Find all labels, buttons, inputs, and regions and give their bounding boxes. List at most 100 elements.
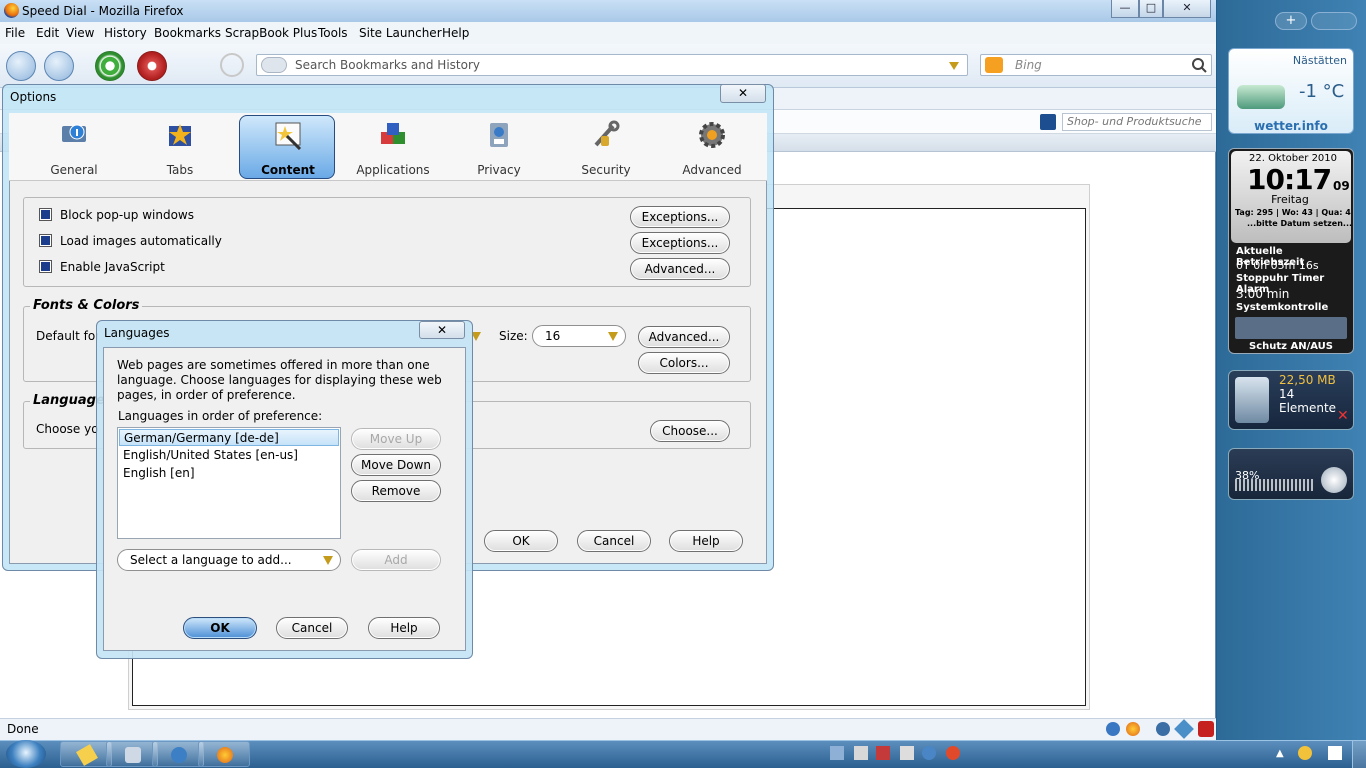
show-desktop-button[interactable]: [1352, 741, 1366, 768]
clock-gadget[interactable]: 22. Oktober 2010 10:17 09 Freitag Tag: 2…: [1228, 148, 1354, 354]
choose-languages-button[interactable]: Choose...: [650, 420, 730, 442]
tab-general[interactable]: General: [26, 116, 122, 180]
add-language-select[interactable]: Select a language to add...: [117, 549, 341, 571]
back-icon[interactable]: [6, 51, 36, 81]
load-images-checkbox[interactable]: [39, 234, 52, 247]
stop-icon[interactable]: [137, 51, 167, 81]
fonts-colors-title: Fonts & Colors: [30, 298, 143, 313]
colors-button[interactable]: Colors...: [638, 352, 730, 374]
tab-tabs[interactable]: Tabs: [132, 116, 228, 180]
tab-privacy[interactable]: Privacy: [451, 116, 547, 180]
move-down-button[interactable]: Move Down: [351, 454, 441, 476]
dropdown-arrow-icon[interactable]: [947, 57, 961, 73]
languages-help-button[interactable]: Help: [368, 617, 440, 639]
forward-icon[interactable]: [44, 51, 74, 81]
options-close-button[interactable]: ✕: [720, 84, 766, 103]
tab-advanced[interactable]: Advanced: [664, 116, 760, 180]
weather-gadget[interactable]: Nästätten -1 °C wetter.info: [1228, 48, 1354, 134]
menu-view[interactable]: View: [66, 26, 94, 40]
recycle-bin-gadget[interactable]: 22,50 MB 14 Elemente ✕: [1228, 370, 1354, 430]
minimize-button[interactable]: —: [1111, 0, 1139, 18]
size-label: Size:: [499, 329, 528, 343]
menu-file[interactable]: File: [5, 26, 25, 40]
menu-site-launcher[interactable]: Site Launcher: [359, 26, 442, 40]
tab-applications[interactable]: Applications: [345, 116, 441, 180]
status-text: Done: [7, 722, 39, 736]
speed-dial-grid-icon[interactable]: [261, 57, 287, 73]
tab-security-label: Security: [581, 163, 631, 177]
recycle-size: 22,50 MB: [1279, 373, 1336, 387]
clock-info: Tag: 295 | Wo: 43 | Qua: 4: [1235, 208, 1351, 217]
adblock-icon[interactable]: [1198, 721, 1214, 737]
tray-messenger-icon[interactable]: [1298, 746, 1312, 760]
pencil-icon: [76, 744, 98, 766]
speaker-icon[interactable]: [1321, 467, 1347, 493]
volume-gadget[interactable]: 38%: [1228, 448, 1354, 500]
maximize-button[interactable]: □: [1139, 0, 1163, 18]
language-item-de-de[interactable]: German/Germany [de-de]: [119, 429, 339, 446]
language-item-en-us[interactable]: English/United States [en-us]: [119, 447, 339, 464]
taskbar-firefox-button[interactable]: [198, 741, 250, 767]
shop-search-input[interactable]: Shop- und Produktsuche: [1062, 113, 1212, 131]
menu-edit[interactable]: Edit: [36, 26, 59, 40]
enable-javascript-checkbox[interactable]: [39, 260, 52, 273]
add-gadget-icon[interactable]: +: [1275, 12, 1307, 30]
tab-security[interactable]: Security: [558, 116, 654, 180]
bing-icon[interactable]: [985, 57, 1003, 73]
location-bar[interactable]: Search Bookmarks and History: [256, 54, 968, 76]
languages-close-button[interactable]: ✕: [419, 321, 465, 339]
system-control-buttons[interactable]: [1235, 317, 1347, 339]
addon-status-icon[interactable]: [1106, 722, 1120, 736]
tray-expand-icon[interactable]: ▲: [1276, 748, 1284, 759]
menu-help[interactable]: Help: [442, 26, 469, 40]
shop-search-icon[interactable]: [1040, 114, 1056, 130]
gadget-pager-icon[interactable]: [1311, 12, 1357, 30]
language-item-en[interactable]: English [en]: [119, 465, 339, 482]
taskbar-paint-button[interactable]: [106, 741, 158, 767]
menu-history[interactable]: History: [104, 26, 147, 40]
remove-button[interactable]: Remove: [351, 480, 441, 502]
popup-exceptions-button[interactable]: Exceptions...: [630, 206, 730, 228]
tab-content[interactable]: Content: [239, 115, 335, 179]
empty-bin-icon[interactable]: ✕: [1337, 409, 1351, 423]
tray-tool-icon[interactable]: [854, 746, 868, 760]
search-bar[interactable]: Bing: [980, 54, 1212, 76]
block-popups-checkbox[interactable]: [39, 208, 52, 221]
tray-app-icon[interactable]: [830, 746, 844, 760]
status-bar: Done: [0, 718, 1216, 740]
tray-network-icon[interactable]: [876, 746, 890, 760]
tray-opera-icon[interactable]: [946, 746, 960, 760]
languages-dialog-description: Web pages are sometimes offered in more …: [117, 358, 442, 402]
images-exceptions-button[interactable]: Exceptions...: [630, 232, 730, 254]
close-button[interactable]: ✕: [1163, 0, 1211, 18]
firefox-taskbar-icon: [217, 747, 233, 763]
menu-bookmarks[interactable]: Bookmarks: [154, 26, 221, 40]
action-center-flag-icon[interactable]: [1328, 746, 1342, 760]
security-icon: [591, 120, 621, 150]
sync-icon[interactable]: [1174, 719, 1194, 739]
tray-globe-icon[interactable]: [922, 746, 936, 760]
options-help-button[interactable]: Help: [669, 530, 743, 552]
start-button[interactable]: [6, 740, 46, 768]
skype-icon[interactable]: [1156, 722, 1170, 736]
move-up-button[interactable]: Move Up: [351, 428, 441, 450]
font-size-select[interactable]: 16: [532, 325, 626, 347]
taskbar-notes-button[interactable]: [60, 741, 112, 767]
firefox-status-icon[interactable]: [1126, 722, 1140, 736]
options-ok-button[interactable]: OK: [484, 530, 558, 552]
languages-ok-button[interactable]: OK: [183, 617, 257, 639]
search-icon[interactable]: [1191, 57, 1207, 73]
javascript-advanced-button[interactable]: Advanced...: [630, 258, 730, 280]
volume-slider[interactable]: [1235, 479, 1315, 491]
add-language-button[interactable]: Add: [351, 549, 441, 571]
taskbar-explorer-button[interactable]: [152, 741, 204, 767]
protect-label[interactable]: Schutz AN/AUS: [1229, 341, 1353, 352]
options-cancel-button[interactable]: Cancel: [577, 530, 651, 552]
reload-icon[interactable]: [95, 51, 125, 81]
tray-settings-icon[interactable]: [900, 746, 914, 760]
clock-weekday: Freitag: [1271, 193, 1309, 206]
menu-tools[interactable]: Tools: [318, 26, 348, 40]
menu-scrapbook[interactable]: ScrapBook Plus: [225, 26, 317, 40]
fonts-advanced-button[interactable]: Advanced...: [638, 326, 730, 348]
languages-cancel-button[interactable]: Cancel: [276, 617, 348, 639]
